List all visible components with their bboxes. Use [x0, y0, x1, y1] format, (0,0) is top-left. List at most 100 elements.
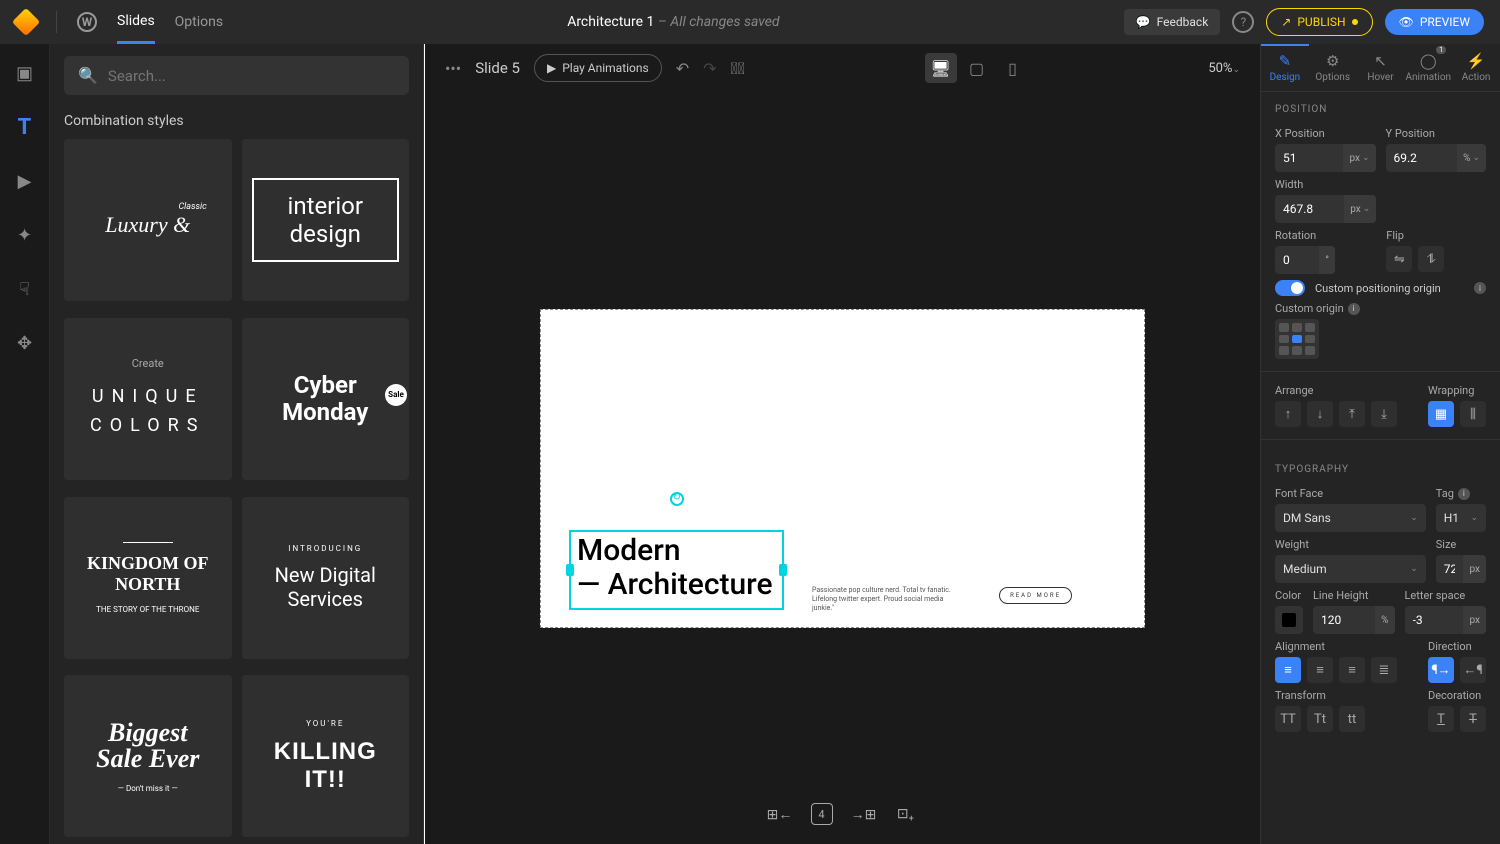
more-icon[interactable]: •••: [445, 59, 461, 78]
align-justify-icon[interactable]: ≣: [1371, 657, 1397, 683]
size-input[interactable]: [1436, 555, 1464, 583]
info-icon[interactable]: i: [1474, 282, 1486, 294]
capitalize-icon[interactable]: Tt: [1307, 706, 1333, 732]
flip-vertical-icon[interactable]: ⥮: [1418, 246, 1444, 272]
panel-tab-options[interactable]: ⚙Options: [1309, 44, 1357, 91]
help-icon[interactable]: ?: [1232, 11, 1254, 33]
info-icon[interactable]: i: [1458, 488, 1470, 500]
add-slide-before-icon[interactable]: ⊞←: [766, 800, 794, 828]
arrange-front-icon[interactable]: ⤒: [1339, 401, 1365, 427]
weight-select[interactable]: Medium⌄: [1275, 555, 1426, 583]
zoom-control[interactable]: 50%⌄: [1208, 61, 1240, 76]
color-swatch[interactable]: [1275, 606, 1303, 634]
video-tool-icon[interactable]: ▶: [12, 168, 38, 194]
strikethrough-icon[interactable]: T: [1460, 706, 1486, 732]
search-input-wrapper[interactable]: 🔍: [64, 56, 409, 95]
direction-ltr-icon[interactable]: ¶→: [1428, 657, 1454, 683]
y-position-input[interactable]: [1386, 144, 1458, 172]
readmore-button[interactable]: READ MORE: [999, 587, 1072, 604]
arrange-forward-icon[interactable]: ↑: [1275, 401, 1301, 427]
arrange-back-icon[interactable]: ⤓: [1371, 401, 1397, 427]
wordpress-icon[interactable]: W: [77, 12, 97, 32]
publish-button[interactable]: ↗ PUBLISH: [1266, 8, 1372, 36]
resize-handle-right[interactable]: [779, 564, 787, 576]
font-face-select[interactable]: DM Sans⌄: [1275, 504, 1426, 532]
x-unit-select[interactable]: px⌄: [1343, 144, 1375, 172]
play-animations-button[interactable]: ▶ Play Animations: [534, 54, 662, 82]
move-tool-icon[interactable]: ✥: [12, 330, 38, 356]
section-position-title: POSITION: [1261, 92, 1486, 121]
tag-select[interactable]: H1⌄: [1436, 504, 1486, 532]
panel-tab-hover[interactable]: ↖Hover: [1357, 44, 1405, 91]
canvas-viewport[interactable]: Modern — Architecture Passionate pop cul…: [425, 92, 1260, 844]
device-desktop-icon[interactable]: 🖥: [925, 53, 957, 83]
arrange-backward-icon[interactable]: ↓: [1307, 401, 1333, 427]
document-title[interactable]: Architecture 1: [567, 14, 654, 30]
info-icon[interactable]: i: [1348, 303, 1360, 315]
custom-origin-toggle[interactable]: [1275, 280, 1305, 296]
undo-icon[interactable]: ↶: [676, 59, 689, 78]
section-typography-title: TYPOGRAPHY: [1261, 452, 1486, 481]
resize-handle-left[interactable]: [566, 564, 574, 576]
align-right-icon[interactable]: ≡: [1339, 657, 1365, 683]
redo-icon[interactable]: ↷: [703, 59, 716, 78]
app-logo-icon[interactable]: [12, 8, 40, 36]
image-tool-icon[interactable]: ▣: [12, 60, 38, 86]
tag-label: Tagi: [1436, 487, 1486, 500]
panel-tab-animation[interactable]: ◯1Animation: [1404, 44, 1452, 91]
width-input[interactable]: [1275, 195, 1344, 223]
visibility-icon[interactable]: 👁⃠: [731, 59, 745, 78]
direction-rtl-icon[interactable]: ←¶: [1460, 657, 1486, 683]
document-title-area: Architecture 1 – All changes saved: [243, 14, 1104, 30]
preview-button[interactable]: 👁 PREVIEW: [1385, 9, 1484, 35]
duplicate-slide-icon[interactable]: ⊡₊: [892, 800, 920, 828]
panel-tab-design[interactable]: ✎Design: [1261, 44, 1309, 91]
direction-label: Direction: [1428, 640, 1486, 653]
y-unit-select[interactable]: %⌄: [1457, 144, 1486, 172]
align-left-icon[interactable]: ≡: [1275, 657, 1301, 683]
style-card-unique[interactable]: Create UNIQUE COLORS: [64, 318, 232, 480]
custom-origin-toggle-label: Custom positioning origin: [1315, 282, 1464, 295]
slide-canvas[interactable]: Modern — Architecture Passionate pop cul…: [540, 309, 1145, 628]
shapes-tool-icon[interactable]: ✦: [12, 222, 38, 248]
style-card-cyber[interactable]: Cyber Monday Sale: [242, 318, 410, 480]
style-card-luxury[interactable]: Classic Luxury &: [64, 139, 232, 301]
tool-rail: ▣ T ▶ ✦ ☟ ✥: [0, 44, 50, 844]
lowercase-icon[interactable]: tt: [1339, 706, 1365, 732]
letter-space-input[interactable]: [1405, 606, 1464, 634]
wrap-around-icon[interactable]: ⫼: [1460, 401, 1486, 427]
rotation-input[interactable]: [1275, 246, 1319, 274]
style-card-digital[interactable]: INTRODUCING New Digital Services: [242, 497, 410, 659]
device-mobile-icon[interactable]: ▯: [997, 53, 1029, 83]
style-card-interior[interactable]: interior design: [242, 139, 410, 301]
panel-tab-action[interactable]: ⚡Action: [1452, 44, 1500, 91]
align-center-icon[interactable]: ≡: [1307, 657, 1333, 683]
width-unit-select[interactable]: px⌄: [1344, 195, 1376, 223]
style-card-sale[interactable]: Biggest Sale Ever — Don't miss it —: [64, 675, 232, 837]
feedback-button[interactable]: 💬 Feedback: [1124, 9, 1221, 35]
nav-tab-options[interactable]: Options: [175, 2, 223, 42]
search-input[interactable]: [108, 67, 395, 85]
selected-text-element[interactable]: Modern — Architecture: [569, 530, 784, 610]
origin-grid[interactable]: [1275, 319, 1319, 359]
text-tool-icon[interactable]: T: [12, 114, 38, 140]
style-card-kingdom[interactable]: KINGDOM OF NORTH THE STORY OF THE THRONE: [64, 497, 232, 659]
styles-sidebar: 🔍 Combination styles Classic Luxury & in…: [50, 44, 424, 844]
paragraph-text[interactable]: Passionate pop culture nerd. Total tv fa…: [812, 586, 967, 613]
underline-icon[interactable]: T: [1428, 706, 1454, 732]
x-position-input[interactable]: [1275, 144, 1343, 172]
flip-horizontal-icon[interactable]: ⇋: [1386, 246, 1412, 272]
nav-tab-slides[interactable]: Slides: [117, 1, 155, 44]
heading-text[interactable]: Modern — Architecture: [571, 532, 782, 605]
wrap-none-icon[interactable]: ▦: [1428, 401, 1454, 427]
line-height-input[interactable]: [1313, 606, 1375, 634]
rotate-handle-icon[interactable]: [670, 492, 684, 506]
add-slide-after-icon[interactable]: →⊞: [850, 800, 878, 828]
style-card-killing[interactable]: YOU'RE KILLING IT!!: [242, 675, 410, 837]
device-tablet-icon[interactable]: ▢: [961, 53, 993, 83]
uppercase-icon[interactable]: TT: [1275, 706, 1301, 732]
interaction-tool-icon[interactable]: ☟: [12, 276, 38, 302]
slide-count[interactable]: 4: [808, 800, 836, 828]
weight-label: Weight: [1275, 538, 1426, 551]
canvas-area: ••• Slide 5 ▶ Play Animations ↶ ↷ 👁⃠ 🖥 ▢…: [424, 44, 1260, 844]
